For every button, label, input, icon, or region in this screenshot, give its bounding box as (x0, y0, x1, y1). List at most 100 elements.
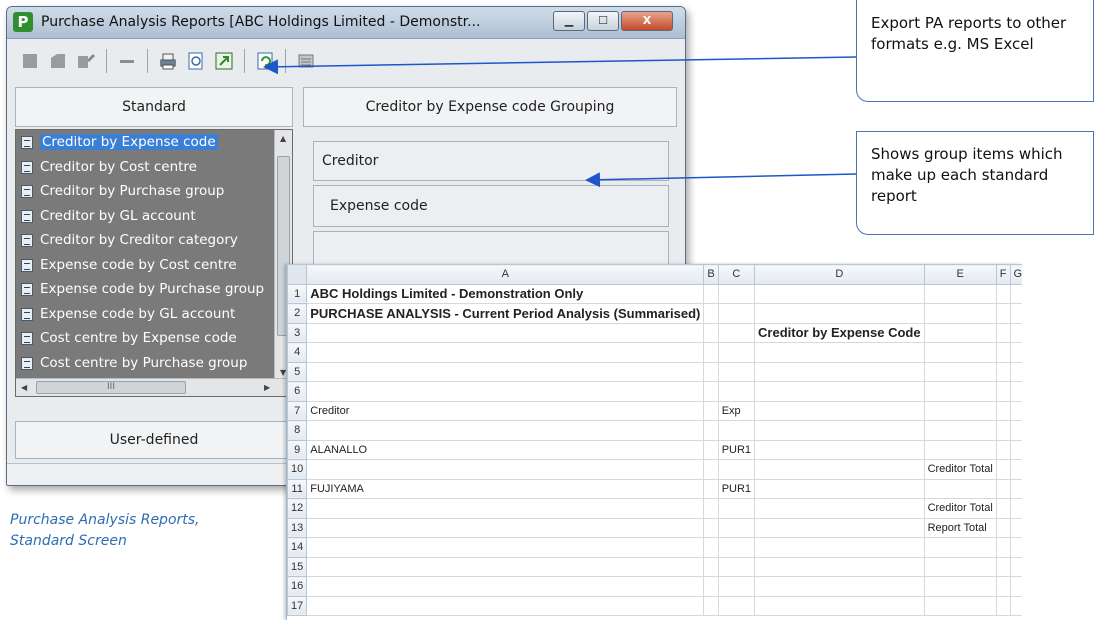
report-analysis-title[interactable]: PURCHASE ANALYSIS - Current Period Analy… (306, 303, 705, 324)
preview-icon[interactable] (185, 50, 207, 72)
sheet-cell[interactable] (923, 361, 997, 382)
sheet-cell[interactable] (754, 361, 925, 382)
sheet-cell[interactable] (1009, 283, 1022, 304)
sheet-cell[interactable] (1009, 420, 1022, 441)
sheet-cell[interactable] (923, 381, 997, 402)
sheet-cell[interactable] (1009, 498, 1022, 519)
sheet-cell[interactable] (703, 420, 719, 441)
sheet-cell[interactable] (923, 576, 997, 597)
sheet-cell[interactable] (923, 556, 997, 577)
report-name-title[interactable]: Creditor by Expense Code (754, 322, 925, 343)
sheet-cell[interactable] (923, 283, 997, 304)
sheet-cell[interactable] (1009, 459, 1022, 480)
sheet-cell[interactable] (717, 459, 756, 480)
row-number[interactable]: 4 (287, 342, 308, 363)
row-number[interactable]: 17 (287, 595, 308, 616)
report-list-item[interactable]: Expense code by Cost centre (16, 253, 274, 278)
sheet-cell[interactable] (306, 556, 705, 577)
row-number[interactable]: 14 (287, 537, 308, 558)
report-list-item[interactable]: Creditor by Cost centre (16, 155, 274, 180)
sheet-cell[interactable] (995, 595, 1011, 616)
user-defined-tab[interactable]: User-defined (15, 421, 293, 459)
sheet-cell[interactable] (923, 420, 997, 441)
edit-pencil-icon[interactable] (75, 50, 97, 72)
sheet-cell[interactable] (1009, 342, 1022, 363)
sheet-cell[interactable] (754, 439, 925, 460)
scroll-left-icon[interactable]: ◀ (21, 383, 27, 392)
maximize-button[interactable]: ☐ (587, 11, 619, 31)
sheet-cell[interactable] (995, 283, 1011, 304)
sheet-cell[interactable] (754, 517, 925, 538)
cell-exp[interactable]: PUR1 (717, 439, 756, 460)
minimize-button[interactable]: ▁ (553, 11, 585, 31)
export-icon[interactable] (213, 50, 235, 72)
horizontal-scrollbar[interactable]: ◀ III ▶ (16, 378, 292, 396)
standard-tab[interactable]: Standard (15, 87, 293, 127)
row-number[interactable]: 7 (287, 400, 308, 421)
scroll-right-icon[interactable]: ▶ (264, 383, 270, 392)
sheet-cell[interactable] (306, 595, 705, 616)
sheet-cell[interactable] (717, 342, 756, 363)
sheet-cell[interactable] (995, 576, 1011, 597)
cell-creditor[interactable]: FUJIYAMA (306, 478, 705, 499)
sheet-cell[interactable] (995, 381, 1011, 402)
sheet-cell[interactable] (703, 381, 719, 402)
sheet-cell[interactable] (923, 342, 997, 363)
sheet-cell[interactable] (995, 537, 1011, 558)
report-list-item[interactable]: Expense code by Purchase group (16, 277, 274, 302)
sheet-cell[interactable] (995, 556, 1011, 577)
header-exp[interactable]: Exp (717, 400, 756, 421)
sheet-cell[interactable] (717, 381, 756, 402)
sheet-cell[interactable] (1009, 478, 1022, 499)
sheet-cell[interactable] (995, 478, 1011, 499)
column-header[interactable]: A (306, 264, 705, 285)
sheet-cell[interactable] (1009, 303, 1022, 324)
sheet-cell[interactable] (1009, 381, 1022, 402)
sheet-cell[interactable] (754, 459, 925, 480)
sheet-cell[interactable] (1009, 576, 1022, 597)
row-number[interactable]: 15 (287, 556, 308, 577)
sheet-cell[interactable] (1009, 322, 1022, 343)
sheet-cell[interactable] (703, 595, 719, 616)
sheet-cell[interactable] (754, 595, 925, 616)
sheet-cell[interactable] (995, 420, 1011, 441)
sheet-cell[interactable] (1009, 439, 1022, 460)
sheet-cell[interactable] (995, 361, 1011, 382)
report-list-item[interactable]: Cost centre by Expense code (16, 326, 274, 351)
sheet-cell[interactable] (995, 400, 1011, 421)
column-header[interactable]: E (923, 264, 997, 285)
row-number[interactable]: 13 (287, 517, 308, 538)
sheet-cell[interactable] (1009, 400, 1022, 421)
sheet-cell[interactable] (703, 478, 719, 499)
sheet-cell[interactable] (1009, 556, 1022, 577)
report-list-item[interactable]: Creditor by Expense code (16, 130, 274, 155)
sheet-cell[interactable] (703, 322, 719, 343)
header-creditor[interactable]: Creditor (306, 400, 705, 421)
sheet-cell[interactable] (306, 420, 705, 441)
sheet-cell[interactable] (1009, 361, 1022, 382)
new-icon[interactable] (19, 50, 41, 72)
sheet-cell[interactable] (995, 439, 1011, 460)
sheet-cell[interactable] (754, 498, 925, 519)
sheet-cell[interactable] (754, 556, 925, 577)
sheet-cell[interactable] (923, 322, 997, 343)
report-list-item[interactable]: Cost centre by Purchase group (16, 351, 274, 376)
sheet-cell[interactable] (754, 283, 925, 304)
row-number[interactable]: 1 (287, 283, 308, 304)
sheet-cell[interactable] (306, 517, 705, 538)
sheet-cell[interactable] (703, 459, 719, 480)
column-header[interactable]: G (1009, 264, 1022, 285)
sheet-cell[interactable] (703, 400, 719, 421)
sheet-cell[interactable] (1009, 517, 1022, 538)
edit-icon[interactable] (47, 50, 69, 72)
sheet-cell[interactable] (923, 537, 997, 558)
report-list-item[interactable]: Creditor by Creditor category (16, 228, 274, 253)
sheet-cell[interactable] (703, 537, 719, 558)
report-list-item[interactable]: Creditor by GL account (16, 204, 274, 229)
cell-creditor[interactable]: ALANALLO (306, 439, 705, 460)
sheet-cell[interactable] (995, 459, 1011, 480)
sheet-cell[interactable] (717, 322, 756, 343)
sheet-cell[interactable] (754, 576, 925, 597)
sheet-cell[interactable] (306, 537, 705, 558)
sheet-cell[interactable] (717, 537, 756, 558)
